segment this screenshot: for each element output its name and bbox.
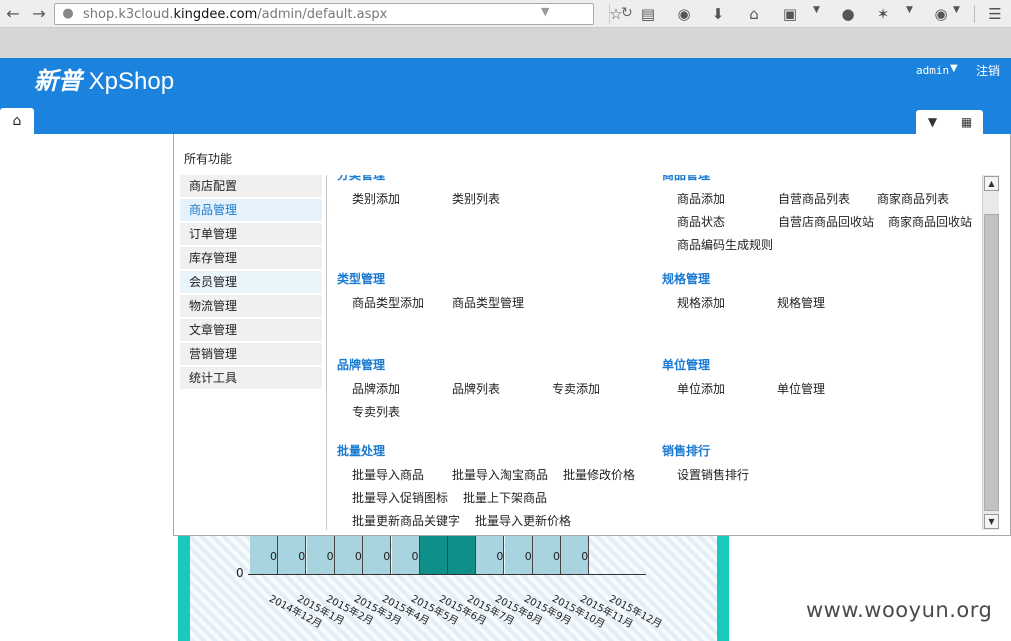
menu-item-logistics[interactable]: 物流管理 — [180, 295, 322, 317]
group-title-category: 分类管理 — [337, 175, 386, 182]
url-text: shop.k3cloud.kingdee.com/admin/default.a… — [83, 7, 388, 22]
group-title-batch: 批量处理 — [337, 444, 386, 458]
home-icon[interactable]: ⌂ — [743, 3, 765, 25]
link-unit-add[interactable]: 单位添加 — [677, 380, 725, 397]
link-batch-import-update-price[interactable]: 批量导入更新价格 — [475, 512, 571, 529]
link-type-add[interactable]: 商品类型添加 — [352, 294, 424, 311]
scroll-up-icon[interactable]: ▲ — [984, 176, 999, 191]
group-title-brand: 品牌管理 — [337, 358, 386, 372]
link-brand-list[interactable]: 品牌列表 — [452, 380, 500, 397]
link-merchant-goods-list[interactable]: 商家商品列表 — [877, 190, 949, 207]
brand-logo: 新普 XpShop — [34, 68, 175, 95]
link-spec-add[interactable]: 规格添加 — [677, 294, 725, 311]
menu-item-members[interactable]: 会员管理 — [180, 271, 322, 293]
link-category-list[interactable]: 类别列表 — [452, 190, 500, 207]
link-self-goods-recycle[interactable]: 自营店商品回收站 — [778, 213, 874, 230]
link-category-add[interactable]: 类别添加 — [352, 190, 400, 207]
all-functions-panel: 所有功能 商店配置 商品管理 订单管理 库存管理 会员管理 物流管理 文章管理 … — [173, 134, 1011, 536]
extension-menu-icon[interactable]: ▼ — [906, 5, 913, 15]
link-goods-code-rules[interactable]: 商品编码生成规则 — [677, 236, 773, 253]
link-batch-import-taobao[interactable]: 批量导入淘宝商品 — [452, 466, 548, 483]
panel-title: 所有功能 — [184, 152, 233, 166]
link-unit-manage[interactable]: 单位管理 — [777, 380, 825, 397]
bar-value-label: 0 — [524, 550, 532, 563]
link-set-sales-rank[interactable]: 设置销售排行 — [677, 466, 749, 483]
link-spec-manage[interactable]: 规格管理 — [777, 294, 825, 311]
scroll-down-icon[interactable]: ▼ — [984, 514, 999, 529]
chat-icon[interactable]: ● — [837, 3, 859, 25]
download-icon[interactable]: ⬇ — [707, 3, 729, 25]
bar-value-label: 0 — [270, 550, 277, 563]
globe-dropdown-icon[interactable]: ▼ — [953, 5, 960, 15]
home-tab[interactable]: ⌂ — [0, 108, 34, 134]
reading-list-icon[interactable]: ▤ — [637, 3, 659, 25]
toolbar-separator — [974, 5, 975, 23]
link-batch-import-promo-icon[interactable]: 批量导入促销图标 — [352, 489, 448, 506]
crop-icon[interactable]: ▣ — [779, 3, 801, 25]
link-batch-modify-price[interactable]: 批量修改价格 — [563, 466, 635, 483]
content-scrollbar[interactable]: ▲ ▼ — [982, 175, 999, 530]
bar-value-label: 0 — [553, 550, 560, 563]
group-title-rank: 销售排行 — [662, 444, 711, 458]
forward-icon[interactable]: → — [28, 3, 50, 25]
user-menu[interactable]: admin — [916, 64, 949, 77]
collapse-icon[interactable]: ▼ — [916, 110, 949, 134]
link-goods-add[interactable]: 商品添加 — [677, 190, 725, 207]
link-goods-status[interactable]: 商品状态 — [677, 213, 725, 230]
menu-item-stats[interactable]: 统计工具 — [180, 367, 322, 389]
globe-icon: ● — [62, 6, 74, 21]
group-title-goods: 商品管理 — [662, 175, 711, 182]
browser-toolbar: ← → ● shop.k3cloud.kingdee.com/admin/def… — [0, 0, 1011, 28]
link-type-manage[interactable]: 商品类型管理 — [452, 294, 524, 311]
app-header: 新普 XpShop admin ▼ 注销 ⌂ ▼ ▦ — [0, 58, 1011, 134]
bookmark-star-icon[interactable]: ☆ — [605, 3, 627, 25]
link-exclusive-add[interactable]: 专卖添加 — [552, 380, 600, 397]
group-title-type: 类型管理 — [337, 272, 386, 286]
bar-value-label: 0 — [581, 550, 589, 563]
bar-value-label: 0 — [383, 550, 391, 563]
menu-item-articles[interactable]: 文章管理 — [180, 319, 322, 341]
menu-item-goods[interactable]: 商品管理 — [180, 199, 322, 221]
group-title-unit: 单位管理 — [662, 358, 711, 372]
back-icon[interactable]: ← — [2, 3, 24, 25]
y-axis-tick: 0 — [236, 566, 244, 580]
link-batch-update-keywords[interactable]: 批量更新商品关键字 — [352, 512, 460, 529]
bar-value-label: 0 — [298, 550, 306, 563]
chart-bar — [448, 534, 477, 574]
function-content: 分类管理 类别添加 类别列表 商品管理 商品添加 自营商品列表 商家商品列表 商… — [327, 175, 981, 530]
globe-menu-icon[interactable]: ◉ — [930, 3, 952, 25]
extension-icon[interactable]: ✶ — [872, 3, 894, 25]
bar-value-label: 0 — [354, 550, 362, 563]
chart-bar — [419, 534, 448, 574]
logout-link[interactable]: 注销 — [976, 62, 1000, 79]
menu-item-marketing[interactable]: 营销管理 — [180, 343, 322, 365]
bar-value-label: 0 — [326, 550, 334, 563]
link-batch-import-goods[interactable]: 批量导入商品 — [352, 466, 424, 483]
user-dropdown-icon[interactable]: ▼ — [950, 63, 958, 74]
menu-item-inventory[interactable]: 库存管理 — [180, 247, 322, 269]
link-exclusive-list[interactable]: 专卖列表 — [352, 403, 400, 420]
link-batch-shelve[interactable]: 批量上下架商品 — [463, 489, 547, 506]
home-icon: ⌂ — [12, 113, 22, 129]
pocket-icon[interactable]: ◉ — [673, 3, 695, 25]
scrollbar-thumb[interactable] — [984, 214, 999, 511]
hamburger-menu-icon[interactable]: ☰ — [984, 3, 1006, 25]
link-brand-add[interactable]: 品牌添加 — [352, 380, 400, 397]
x-axis-line — [248, 574, 646, 575]
menu-item-store-config[interactable]: 商店配置 — [180, 175, 322, 197]
sales-chart: 0 0 2014年12月 0 2015年1月 0 2015年2月 0 2015年3月 0 2015… — [178, 534, 729, 641]
bar-value-label: 0 — [496, 550, 504, 563]
grid-view-icon[interactable]: ▦ — [950, 110, 983, 134]
group-title-spec: 规格管理 — [662, 272, 711, 286]
url-dropdown-icon[interactable]: ▼ — [541, 5, 549, 18]
view-switcher: ▼ ▦ — [916, 110, 983, 134]
watermark: www.wooyun.org — [806, 598, 993, 622]
link-merchant-goods-recycle[interactable]: 商家商品回收站 — [888, 213, 972, 230]
menu-item-orders[interactable]: 订单管理 — [180, 223, 322, 245]
tab-strip — [0, 28, 1011, 58]
url-bar[interactable]: ● shop.k3cloud.kingdee.com/admin/default… — [54, 3, 633, 25]
link-self-goods-list[interactable]: 自营商品列表 — [778, 190, 850, 207]
bar-value-label: 0 — [411, 550, 419, 563]
crop-menu-icon[interactable]: ▼ — [813, 5, 820, 15]
